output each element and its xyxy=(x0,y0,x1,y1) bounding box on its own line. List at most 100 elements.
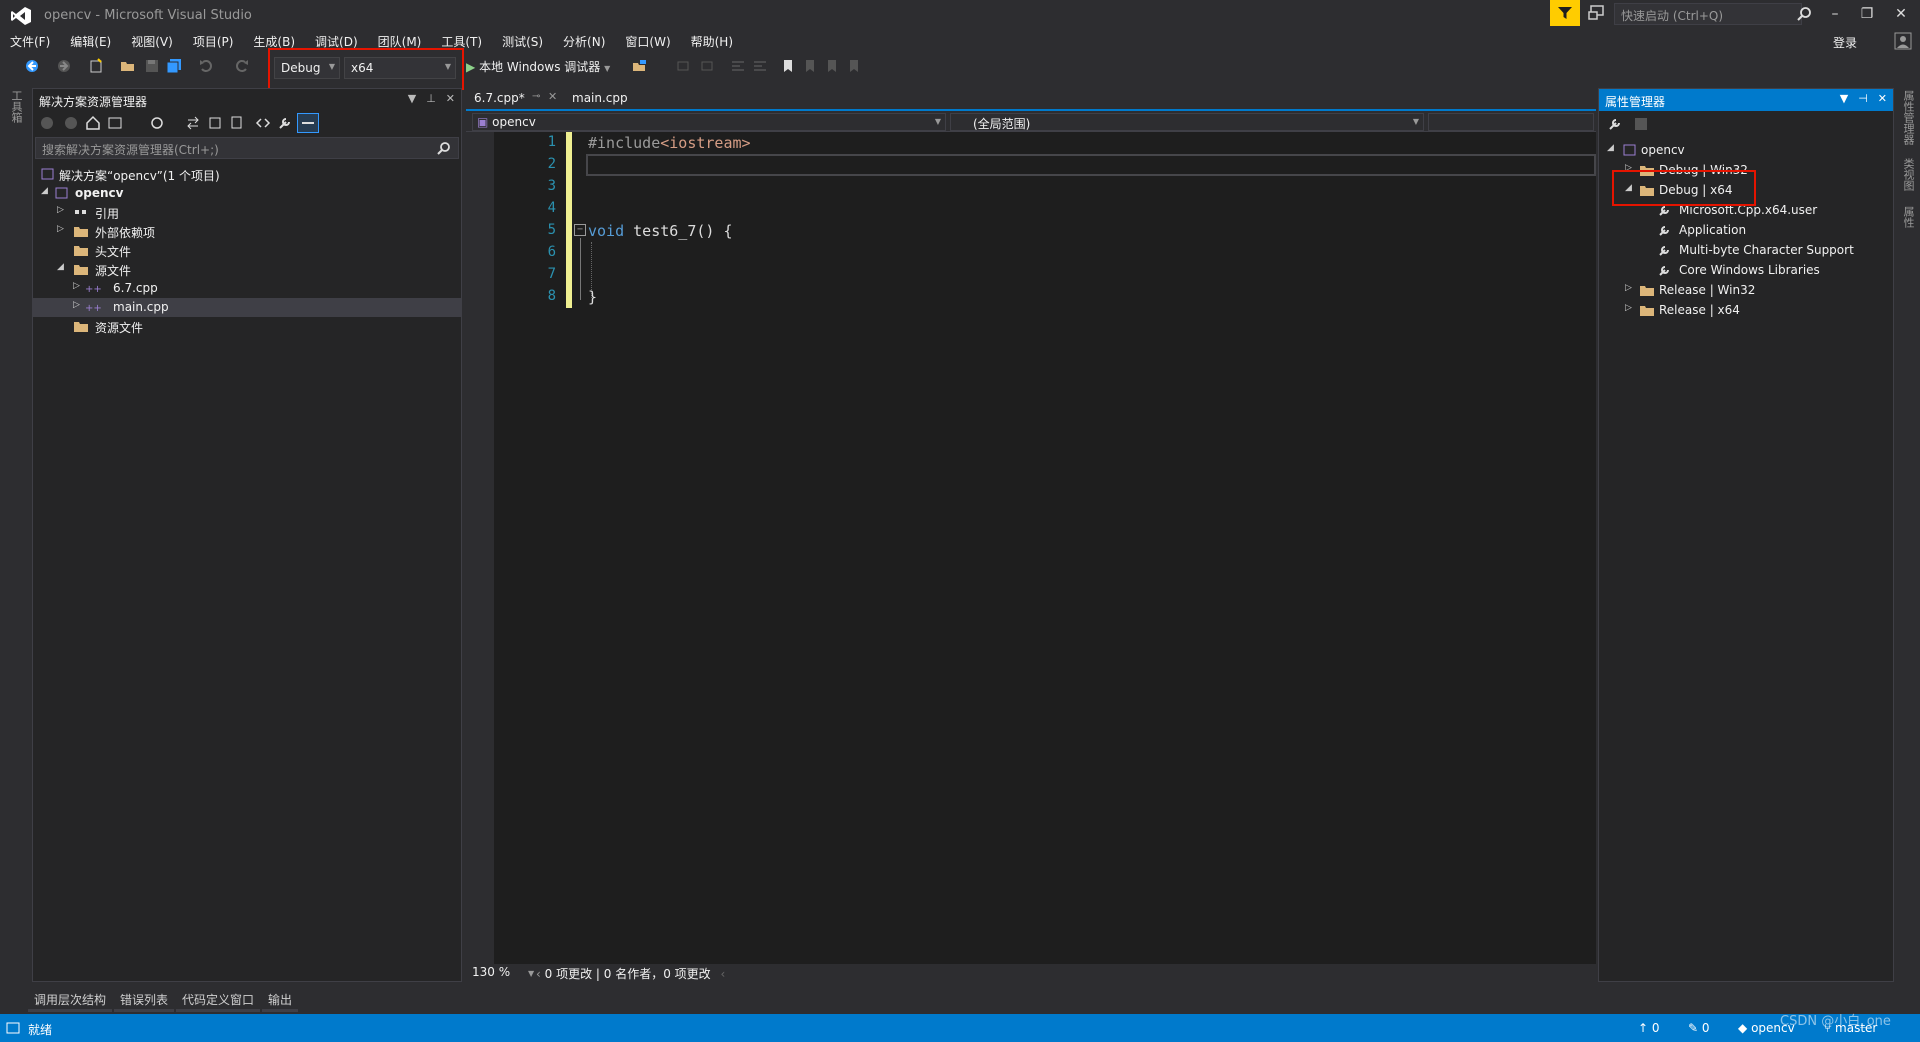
prop-item-project[interactable]: ◢ opencv xyxy=(1599,141,1893,161)
collapsed-arrow-icon[interactable]: ▷ xyxy=(57,205,64,215)
menu-analyze[interactable]: 分析(N) xyxy=(553,32,615,52)
solution-search-input[interactable]: 搜索解决方案资源管理器(Ctrl+;) xyxy=(35,137,459,159)
prop-item-multibyte[interactable]: Multi-byte Character Support xyxy=(1599,241,1893,261)
undo-icon[interactable] xyxy=(198,58,214,74)
toolbox-tab[interactable]: 工具箱 xyxy=(8,90,24,123)
show-all-files-icon[interactable] xyxy=(229,115,245,131)
step-icon[interactable] xyxy=(676,58,692,74)
save-icon[interactable] xyxy=(1633,116,1649,132)
prop-item-release-x64[interactable]: ▷ Release | x64 xyxy=(1599,301,1893,321)
tree-item-source-files[interactable]: ◢ 源文件 xyxy=(33,260,461,279)
home-icon[interactable] xyxy=(85,115,101,131)
clear-bookmarks-icon[interactable] xyxy=(846,58,862,74)
prop-item-application[interactable]: Application xyxy=(1599,221,1893,241)
tree-item-project[interactable]: ◢ opencv xyxy=(33,184,461,203)
collapsed-arrow-icon[interactable]: ▷ xyxy=(57,224,64,234)
tab-code-definition[interactable]: 代码定义窗口 xyxy=(176,988,261,1012)
zoom-dropdown[interactable]: 130 % ▼ xyxy=(472,965,534,979)
bookmark-icon[interactable] xyxy=(780,58,796,74)
menu-view[interactable]: 视图(V) xyxy=(121,32,183,52)
login-link[interactable]: 登录 xyxy=(1833,34,1857,51)
step-over-icon[interactable] xyxy=(700,58,716,74)
redo-icon[interactable] xyxy=(234,58,250,74)
tree-item-external-deps[interactable]: ▷ 外部依赖项 xyxy=(33,222,461,241)
next-bookmark-icon[interactable] xyxy=(824,58,840,74)
tree-item-header-files[interactable]: 头文件 xyxy=(33,241,461,260)
tree-item-file-main-cpp[interactable]: ▷ ++ main.cpp xyxy=(33,298,461,317)
collapse-all-icon[interactable] xyxy=(207,115,223,131)
user-icon[interactable] xyxy=(1894,32,1912,50)
menu-test[interactable]: 测试(S) xyxy=(492,32,553,52)
collapsed-arrow-icon[interactable]: ▷ xyxy=(73,281,80,291)
find-in-files-icon[interactable] xyxy=(632,58,648,74)
save-all-icon[interactable] xyxy=(166,58,182,74)
switch-views-icon[interactable] xyxy=(107,115,123,131)
expanded-arrow-icon[interactable]: ◢ xyxy=(57,262,64,272)
tab-main-cpp[interactable]: main.cpp xyxy=(564,88,636,110)
menu-edit[interactable]: 编辑(E) xyxy=(60,32,121,52)
output-window-icon[interactable] xyxy=(6,1021,20,1035)
search-icon[interactable] xyxy=(436,141,452,157)
uncomment-icon[interactable] xyxy=(752,58,768,74)
close-icon[interactable]: ✕ xyxy=(548,90,557,103)
new-project-icon[interactable] xyxy=(88,58,104,74)
expanded-arrow-icon[interactable]: ◢ xyxy=(41,186,48,196)
chevron-down-icon[interactable]: ▼ xyxy=(408,92,416,105)
tab-properties[interactable]: 属性 xyxy=(1900,206,1916,228)
menu-help[interactable]: 帮助(H) xyxy=(681,32,743,52)
chevron-down-icon[interactable]: ▼ xyxy=(1840,92,1848,105)
view-code-icon[interactable] xyxy=(255,115,271,131)
collapsed-arrow-icon[interactable]: ▷ xyxy=(1625,303,1632,313)
close-icon[interactable]: ✕ xyxy=(446,92,455,105)
code-editor[interactable]: 1 2 3 4 5 6 7 8 #include<iostream> − voi… xyxy=(466,132,1596,964)
expanded-arrow-icon[interactable]: ◢ xyxy=(1607,143,1614,153)
restore-button[interactable]: ❐ xyxy=(1852,4,1882,24)
start-debugging-button[interactable]: ▶ 本地 Windows 调试器 ▼ xyxy=(466,58,610,75)
tab-property-manager-side[interactable]: 属性管理器 xyxy=(1900,90,1916,145)
solution-platform-dropdown[interactable]: x64 ▼ xyxy=(344,57,456,79)
tab-error-list[interactable]: 错误列表 xyxy=(114,988,175,1012)
tab-class-view[interactable]: 类视图 xyxy=(1900,158,1916,191)
feedback-icon[interactable] xyxy=(1588,4,1606,22)
prev-bookmark-icon[interactable] xyxy=(802,58,818,74)
forward-icon[interactable] xyxy=(63,115,79,131)
collapsed-arrow-icon[interactable]: ▷ xyxy=(73,300,80,310)
properties-wrench-icon[interactable] xyxy=(1607,116,1623,132)
member-scope-dropdown[interactable] xyxy=(1428,113,1594,131)
pin-icon[interactable]: ⊥ xyxy=(426,92,436,105)
menu-project[interactable]: 项目(P) xyxy=(183,32,244,52)
menu-window[interactable]: 窗口(W) xyxy=(615,32,680,52)
type-scope-dropdown[interactable]: (全局范围) ▼ xyxy=(950,113,1424,131)
collapse-region-icon[interactable]: − xyxy=(574,224,586,236)
tab-call-hierarchy[interactable]: 调用层次结构 xyxy=(28,988,113,1012)
save-icon[interactable] xyxy=(144,58,160,74)
quick-launch-input[interactable]: 快速启动 (Ctrl+Q) xyxy=(1614,3,1802,25)
prop-item-release-win32[interactable]: ▷ Release | Win32 xyxy=(1599,281,1893,301)
pending-changes-icon[interactable] xyxy=(149,115,165,131)
close-icon[interactable]: ✕ xyxy=(1878,92,1887,105)
back-icon[interactable] xyxy=(24,58,40,74)
preview-selected-items-button[interactable] xyxy=(297,113,319,133)
prop-item-core-windows-libs[interactable]: Core Windows Libraries xyxy=(1599,261,1893,281)
open-file-icon[interactable] xyxy=(120,58,136,74)
project-scope-dropdown[interactable]: ▣ opencv ▼ xyxy=(472,113,946,131)
collapsed-arrow-icon[interactable]: ▷ xyxy=(1625,283,1632,293)
forward-icon[interactable] xyxy=(56,58,72,74)
pending-changes[interactable]: ✎ 0 xyxy=(1688,1021,1710,1035)
notification-filter-button[interactable] xyxy=(1550,0,1580,26)
solution-configuration-dropdown[interactable]: Debug ▼ xyxy=(274,57,340,79)
tab-output[interactable]: 输出 xyxy=(262,988,299,1012)
tree-item-solution[interactable]: 解决方案“opencv”(1 个项目) xyxy=(33,165,461,184)
tree-item-references[interactable]: ▷ 引用 xyxy=(33,203,461,222)
search-icon[interactable] xyxy=(1796,6,1812,22)
sync-icon[interactable] xyxy=(185,115,201,131)
comment-icon[interactable] xyxy=(730,58,746,74)
unpublished-commits[interactable]: ↑ 0 xyxy=(1638,1021,1660,1035)
tree-item-resource-files[interactable]: 资源文件 xyxy=(33,317,461,336)
properties-wrench-icon[interactable] xyxy=(277,115,293,131)
codelens-summary[interactable]: ‹ 0 项更改 | 0 名作者，0 项更改 ‹ xyxy=(536,965,725,982)
close-button[interactable]: ✕ xyxy=(1886,4,1916,24)
tree-item-file-6-7-cpp[interactable]: ▷ ++ 6.7.cpp xyxy=(33,279,461,298)
pin-icon[interactable]: ⊣ xyxy=(1858,92,1868,105)
minimize-button[interactable]: – xyxy=(1820,4,1850,24)
